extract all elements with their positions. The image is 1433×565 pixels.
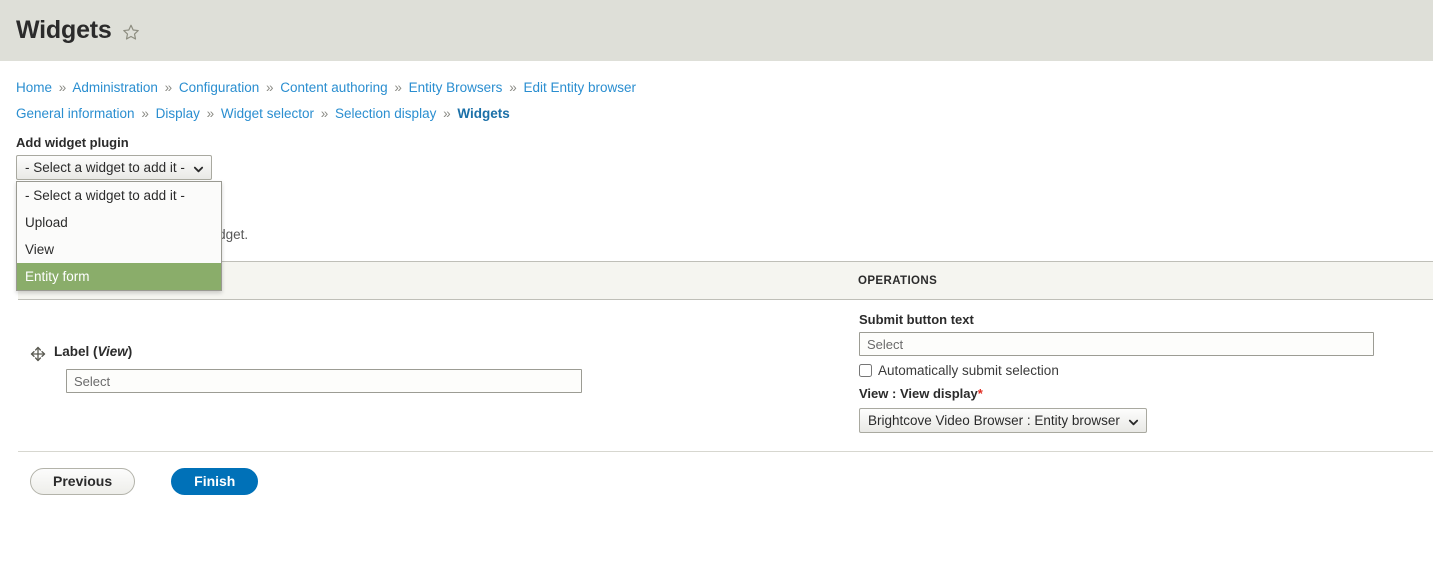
widgets-table-header-row: FORM OPERATIONS	[18, 261, 1433, 300]
breadcrumb-separator: »	[164, 80, 173, 95]
breadcrumb-separator: »	[141, 106, 149, 121]
drag-move-icon[interactable]	[30, 346, 46, 362]
add-widget-plugin-label: Add widget plugin	[16, 135, 129, 150]
view-display-label: View : View display*	[859, 386, 1432, 401]
submit-button-text-input[interactable]	[859, 332, 1374, 356]
breadcrumb-link-configuration[interactable]: Configuration	[179, 80, 259, 95]
breadcrumb-link-administration[interactable]: Administration	[72, 80, 158, 95]
breadcrumb-row-1: Home » Administration » Configuration » …	[16, 75, 1417, 101]
breadcrumb-separator: »	[509, 80, 517, 95]
breadcrumb-separator: »	[58, 80, 67, 95]
page-header: Widgets	[0, 0, 1433, 61]
cell-form: Label (View)	[18, 299, 858, 452]
breadcrumb-separator: »	[265, 80, 274, 95]
breadcrumb-separator: »	[206, 106, 215, 121]
add-widget-plugin-select-wrapper: - Select a widget to add it -	[16, 155, 212, 180]
view-display-label-text: View : View display	[859, 386, 978, 401]
table-row: Label (View) Submit button text Automati…	[18, 299, 1433, 452]
breadcrumb-link-content-authoring[interactable]: Content authoring	[280, 80, 387, 95]
widget-row-label-prefix: Label (	[54, 344, 98, 359]
auto-submit-row: Automatically submit selection	[859, 363, 1432, 378]
dropdown-option-upload[interactable]: Upload	[17, 209, 221, 236]
form-actions: Previous Finish	[30, 468, 1433, 495]
widget-label-input[interactable]	[66, 369, 582, 393]
breadcrumb-link-display[interactable]: Display	[156, 106, 200, 121]
auto-submit-label: Automatically submit selection	[878, 363, 1059, 378]
dropdown-option-view[interactable]: View	[17, 236, 221, 263]
widgets-table-body: Label (View) Submit button text Automati…	[18, 299, 1433, 452]
breadcrumb-separator: »	[320, 106, 329, 121]
breadcrumb-link-entity-browsers[interactable]: Entity Browsers	[409, 80, 503, 95]
add-widget-plugin-field: Add widget plugin - Select a widget to a…	[0, 127, 1433, 180]
auto-submit-checkbox[interactable]	[859, 364, 872, 377]
cell-operations: Submit button text Automatically submit …	[858, 299, 1433, 452]
column-header-operations: OPERATIONS	[858, 261, 1433, 300]
breadcrumb-current-widgets: Widgets	[457, 106, 510, 121]
breadcrumb: Home » Administration » Configuration » …	[0, 61, 1433, 127]
view-display-select-wrapper: Brightcove Video Browser : Entity browse…	[859, 408, 1147, 433]
add-widget-plugin-dropdown-list[interactable]: - Select a widget to add it - Upload Vie…	[16, 181, 222, 291]
view-display-select[interactable]: Brightcove Video Browser : Entity browse…	[859, 408, 1147, 433]
previous-button[interactable]: Previous	[30, 468, 136, 495]
widgets-table-head: FORM OPERATIONS	[18, 261, 1433, 300]
breadcrumb-link-edit-entity-browser[interactable]: Edit Entity browser	[523, 80, 636, 95]
submit-button-text-label: Submit button text	[859, 312, 974, 327]
star-outline-icon[interactable]	[122, 23, 140, 41]
breadcrumb-separator: »	[443, 106, 451, 121]
page-title: Widgets	[16, 16, 112, 44]
finish-button[interactable]: Finish	[171, 468, 259, 495]
dropdown-option-entity-form[interactable]: Entity form	[17, 263, 221, 290]
required-marker: *	[977, 386, 983, 401]
breadcrumb-separator: »	[394, 80, 402, 95]
breadcrumb-link-widget-selector[interactable]: Widget selector	[221, 106, 314, 121]
add-widget-plugin-select[interactable]: - Select a widget to add it -	[16, 155, 212, 180]
breadcrumb-link-home[interactable]: Home	[16, 80, 52, 95]
widget-row-label: Label (View)	[54, 344, 132, 360]
widget-row-label-suffix: )	[127, 344, 133, 359]
breadcrumb-link-general-information[interactable]: General information	[16, 106, 135, 121]
breadcrumb-row-2: General information » Display » Widget s…	[16, 101, 1417, 127]
widget-row-header: Label (View)	[30, 344, 857, 362]
breadcrumb-link-selection-display[interactable]: Selection display	[335, 106, 436, 121]
widget-row-label-emphasis: View	[97, 344, 128, 359]
widgets-table: FORM OPERATIONS	[18, 261, 1433, 452]
dropdown-option-select-a-widget[interactable]: - Select a widget to add it -	[17, 182, 221, 209]
